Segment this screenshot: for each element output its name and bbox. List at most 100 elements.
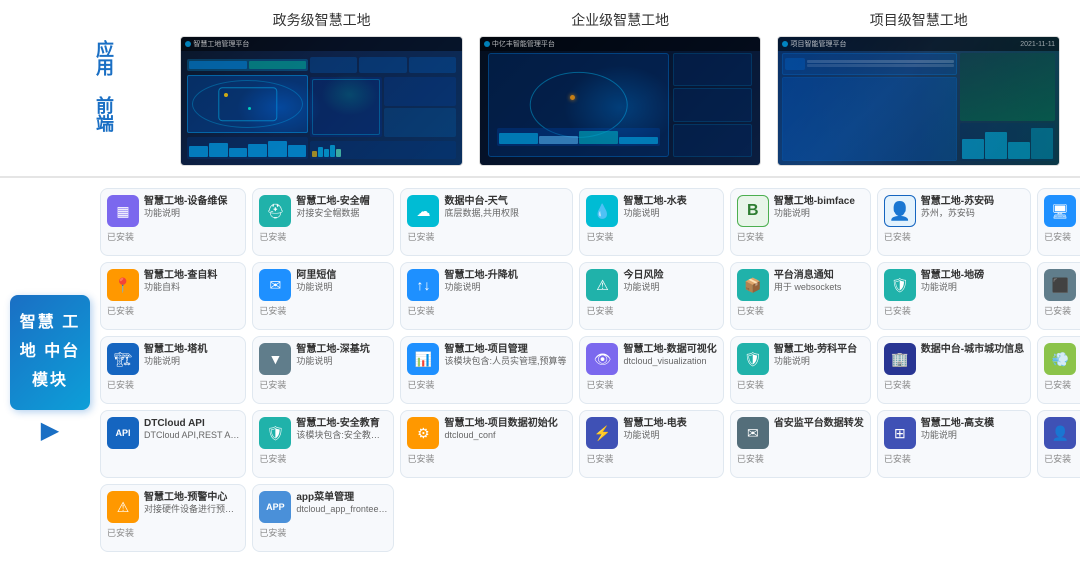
appmenu-name: app菜单管理 — [296, 491, 387, 504]
visual-status: 已安装 — [586, 378, 613, 391]
projmgmt-desc: 该模块包含:人员实管理,预算等 — [444, 356, 566, 368]
module-labor[interactable]: 🛡 智慧工地-劳科平台 功能说明 已安装 — [730, 336, 871, 404]
sms-icon: ✉ — [259, 269, 291, 301]
suan-desc: 苏州，苏安码 — [921, 208, 1024, 220]
module-weather[interactable]: ☁ 数据中台-天气 底层数据,共用权限 已安装 — [400, 188, 573, 256]
proj-block: 项目级智慧工地 项目智能管理平台 2021-11-11 — [777, 10, 1060, 166]
ent-block: 企业级智慧工地 中亿丰智能管理平台 — [479, 10, 762, 166]
module-weigh[interactable]: 🛡 智慧工地-地磅 功能说明 已安装 — [877, 262, 1031, 330]
elevator-desc: 功能说明 — [444, 282, 566, 294]
sms-status: 已安装 — [259, 304, 286, 317]
module-sms[interactable]: ✉ 阿里短信 功能说明 已安装 — [252, 262, 394, 330]
safedu-status: 已安装 — [259, 452, 286, 465]
notify-icon: 📦 — [737, 269, 769, 301]
datainit-name: 智慧工地-项目数据初始化 — [444, 417, 566, 430]
projmgmt-status: 已安装 — [407, 378, 434, 391]
crane-name: 智慧工地-塔机 — [144, 343, 239, 356]
module-risk[interactable]: ⚠ 今日风险 功能说明 已安装 — [579, 262, 723, 330]
module-visual[interactable]: 👁 智慧工地-数据可视化 dtcloud_visualization 已安装 — [579, 336, 723, 404]
deeppit-icon: ▼ — [259, 343, 291, 375]
visual-desc: dtcloud_visualization — [623, 356, 716, 368]
module-suan[interactable]: 👤 智慧工地-苏安码 苏州，苏安码 已安装 — [877, 188, 1031, 256]
meter-status: 已安装 — [586, 452, 613, 465]
visual-name: 智慧工地-数据可视化 — [623, 343, 716, 356]
screenshots-row: 政务级智慧工地 智慧工地管理平台 — [180, 10, 1060, 166]
sms-desc: 功能说明 — [296, 282, 387, 294]
module-api[interactable]: API DTCloud API DTCloud API,REST A… — [100, 410, 246, 478]
proj-screenshot: 项目智能管理平台 2021-11-11 — [777, 36, 1060, 166]
labor-icon: 🛡 — [737, 343, 769, 375]
module-safedu[interactable]: 🛡 智慧工地-安全教育 该模块包含:安全教… 已安装 — [252, 410, 394, 478]
module-meter[interactable]: ⚡ 智慧工地-电表 功能说明 已安装 — [579, 410, 723, 478]
module-crane[interactable]: 🏗 智慧工地-塔机 功能说明 已安装 — [100, 336, 246, 404]
module-perimeter[interactable]: ⬛ 智慧工地-临边防护 功能说明 已安装 — [1037, 262, 1080, 330]
module-video[interactable]: 🖥 智慧工地-视频分析 功能说明 已安装 — [1037, 188, 1080, 256]
scaffold-status: 已安装 — [884, 452, 911, 465]
module-face[interactable]: 👤 智慧工地-人脸识别 功能说明 已安装 — [1037, 410, 1080, 478]
bottom-section: 智慧 工地 中台 模块 ▶ ▦ 智慧工地-设备维保 功能说明 已安装 ⛑ — [0, 178, 1080, 562]
city-icon: 🏢 — [884, 343, 916, 375]
equipment-icon: ▦ — [107, 195, 139, 227]
module-warning[interactable]: ⚠ 智慧工地-预警中心 对接硬件设备进行预… 已安装 — [100, 484, 246, 552]
suan-icon: 👤 — [884, 195, 916, 227]
proj-title: 项目级智慧工地 — [870, 10, 968, 30]
scaffold-icon: ⊞ — [884, 417, 916, 449]
weather-icon: ☁ — [407, 195, 439, 227]
equipment-name: 智慧工地-设备维保 — [144, 195, 239, 208]
city-status: 已安装 — [884, 378, 911, 391]
deeppit-name: 智慧工地-深基坑 — [296, 343, 387, 356]
module-bim[interactable]: B 智慧工地-bimface 功能说明 已安装 — [730, 188, 871, 256]
weigh-icon: 🛡 — [884, 269, 916, 301]
dust-icon: 💨 — [1044, 343, 1076, 375]
module-selfcheck[interactable]: 📍 智慧工地-查自料 功能自料 已安装 — [100, 262, 246, 330]
module-elevator[interactable]: ↑↓ 智慧工地-升降机 功能说明 已安装 — [400, 262, 573, 330]
meter-icon: ⚡ — [586, 417, 618, 449]
bim-name: 智慧工地-bimface — [774, 195, 864, 208]
module-appmenu[interactable]: APP app菜单管理 dtcloud_app_frontee… 已安装 — [252, 484, 394, 552]
gov-dash-label: 智慧工地管理平台 — [193, 39, 249, 49]
dust-status: 已安装 — [1044, 378, 1071, 391]
warning-desc: 对接硬件设备进行预… — [144, 504, 239, 516]
equipment-desc: 功能说明 — [144, 208, 239, 220]
bim-icon: B — [737, 195, 769, 227]
city-name: 数据中台-城市城功信息 — [921, 343, 1024, 356]
module-projmgmt[interactable]: 📊 智慧工地-项目管理 该模块包含:人员实管理,预算等 已安装 — [400, 336, 573, 404]
water-icon: 💧 — [586, 195, 618, 227]
risk-name: 今日风险 — [623, 269, 716, 282]
labor-name: 智慧工地-劳科平台 — [774, 343, 864, 356]
weigh-status: 已安装 — [884, 304, 911, 317]
scaffold-name: 智慧工地-高支模 — [921, 417, 1024, 430]
module-helmet[interactable]: ⛑ 智慧工地-安全帽 对接安全帽数据 已安装 — [252, 188, 394, 256]
selfcheck-name: 智慧工地-查自料 — [144, 269, 239, 282]
module-equipment[interactable]: ▦ 智慧工地-设备维保 功能说明 已安装 — [100, 188, 246, 256]
ent-title: 企业级智慧工地 — [571, 10, 669, 30]
appmenu-icon: APP — [259, 491, 291, 523]
proj-dash-label: 项目智能管理平台 — [790, 39, 846, 49]
ent-screenshot: 中亿丰智能管理平台 — [479, 36, 762, 166]
visual-icon: 👁 — [586, 343, 618, 375]
water-desc: 功能说明 — [623, 208, 716, 220]
weigh-desc: 功能说明 — [921, 282, 1024, 294]
risk-icon: ⚠ — [586, 269, 618, 301]
module-scaffold[interactable]: ⊞ 智慧工地-高支模 功能说明 已安装 — [877, 410, 1031, 478]
helmet-name: 智慧工地-安全帽 — [296, 195, 387, 208]
top-section: 应用 前端 政务级智慧工地 智慧工地管理平台 — [0, 0, 1080, 166]
appmenu-desc: dtcloud_app_frontee… — [296, 504, 387, 516]
datainit-status: 已安装 — [407, 452, 434, 465]
weather-status: 已安装 — [407, 230, 434, 243]
labor-desc: 功能说明 — [774, 356, 864, 368]
warning-icon: ⚠ — [107, 491, 139, 523]
module-datainit[interactable]: ⚙ 智慧工地-项目数据初始化 dtcloud_conf 已安装 — [400, 410, 573, 478]
module-transfer[interactable]: ✉ 省安监平台数据转发 已安装 — [730, 410, 871, 478]
safedu-name: 智慧工地-安全教育 — [296, 417, 387, 430]
suan-name: 智慧工地-苏安码 — [921, 195, 1024, 208]
module-water[interactable]: 💧 智慧工地-水表 功能说明 已安装 — [579, 188, 723, 256]
sms-name: 阿里短信 — [296, 269, 387, 282]
module-city[interactable]: 🏢 数据中台-城市城功信息 已安装 — [877, 336, 1031, 404]
meter-name: 智慧工地-电表 — [623, 417, 716, 430]
module-deeppit[interactable]: ▼ 智慧工地-深基坑 功能说明 已安装 — [252, 336, 394, 404]
module-notify[interactable]: 📦 平台消息通知 用于 websockets 已安装 — [730, 262, 871, 330]
module-dust[interactable]: 💨 智慧工地-扬尘 功能说明 已安装 — [1037, 336, 1080, 404]
helmet-desc: 对接安全帽数据 — [296, 208, 387, 220]
notify-desc: 用于 websockets — [774, 282, 864, 294]
